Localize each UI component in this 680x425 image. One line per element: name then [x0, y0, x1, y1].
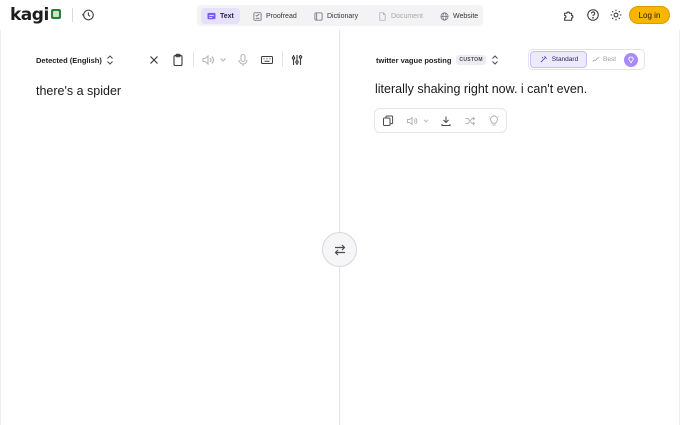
clipboard-icon[interactable] [171, 53, 185, 67]
speaker-icon[interactable] [406, 115, 418, 127]
help-icon[interactable] [586, 8, 600, 22]
custom-badge: CUSTOM [456, 55, 486, 65]
mode-tabs: Text Proofread Dictionary Document Websi… [197, 5, 483, 26]
copy-icon[interactable] [382, 115, 394, 127]
keyboard-icon[interactable] [260, 53, 274, 67]
quality-standard-option[interactable]: Standard [530, 51, 587, 68]
quality-standard-label: Standard [551, 56, 579, 63]
dictionary-icon [314, 11, 323, 21]
output-toolbar [374, 108, 507, 133]
target-language-label: twitter vague posting [376, 55, 452, 65]
source-language-label: Detected (English) [36, 55, 102, 65]
download-icon[interactable] [440, 115, 452, 127]
history-icon[interactable] [81, 8, 95, 22]
kagi-logo[interactable]: kagi [10, 5, 49, 25]
tab-document-label: Document [391, 12, 423, 20]
shuffle-icon[interactable] [464, 115, 476, 127]
login-button[interactable]: Log in [629, 6, 670, 24]
wave-icon [592, 56, 600, 62]
tab-text-label: Text [220, 12, 234, 20]
lightbulb-icon[interactable] [488, 115, 500, 127]
tab-text[interactable]: Text [201, 8, 240, 24]
panel-divider [339, 30, 340, 425]
header-divider [72, 8, 73, 22]
source-language-select[interactable]: Detected (English) [36, 53, 114, 67]
tab-website[interactable]: Website [434, 8, 484, 24]
chevron-down-icon[interactable] [216, 53, 230, 67]
translate-logo-icon [51, 9, 61, 19]
tab-proofread-label: Proofread [266, 12, 297, 20]
speaker-icon[interactable] [201, 53, 215, 67]
proofread-icon [253, 11, 262, 21]
globe-icon [440, 12, 449, 20]
gem-icon [624, 53, 638, 67]
toolbar-separator [282, 51, 283, 67]
microphone-icon[interactable] [236, 53, 250, 67]
tab-proofread[interactable]: Proofread [247, 8, 303, 24]
text-tab-icon [207, 12, 216, 19]
chevron-updown-icon [106, 55, 113, 65]
tab-website-label: Website [453, 12, 479, 20]
chevron-updown-icon [491, 55, 498, 65]
swap-languages-button[interactable] [322, 232, 357, 267]
top-header: kagi Text Proofread Dictionary Document … [0, 0, 680, 30]
document-icon [379, 11, 386, 21]
sparkle-icon [540, 56, 547, 63]
translation-output: literally shaking right now. i can't eve… [375, 82, 588, 96]
swap-icon [334, 244, 345, 255]
source-text-input[interactable]: there's a spider [36, 84, 121, 98]
toolbar-separator [193, 51, 194, 67]
chevron-down-icon[interactable] [420, 115, 432, 127]
quality-best-option[interactable]: Best [592, 51, 622, 68]
gear-icon[interactable] [609, 8, 623, 22]
left-border [0, 30, 1, 425]
clear-icon[interactable] [147, 53, 161, 67]
quality-best-label: Best [603, 56, 617, 63]
tab-dictionary[interactable]: Dictionary [308, 8, 364, 24]
extension-icon[interactable] [562, 8, 576, 22]
target-language-select[interactable]: twitter vague posting CUSTOM [376, 53, 499, 67]
sliders-icon[interactable] [290, 53, 304, 67]
tab-document[interactable]: Document [372, 8, 429, 24]
tab-dictionary-label: Dictionary [327, 12, 359, 20]
quality-toggle: Standard Best [528, 49, 645, 70]
